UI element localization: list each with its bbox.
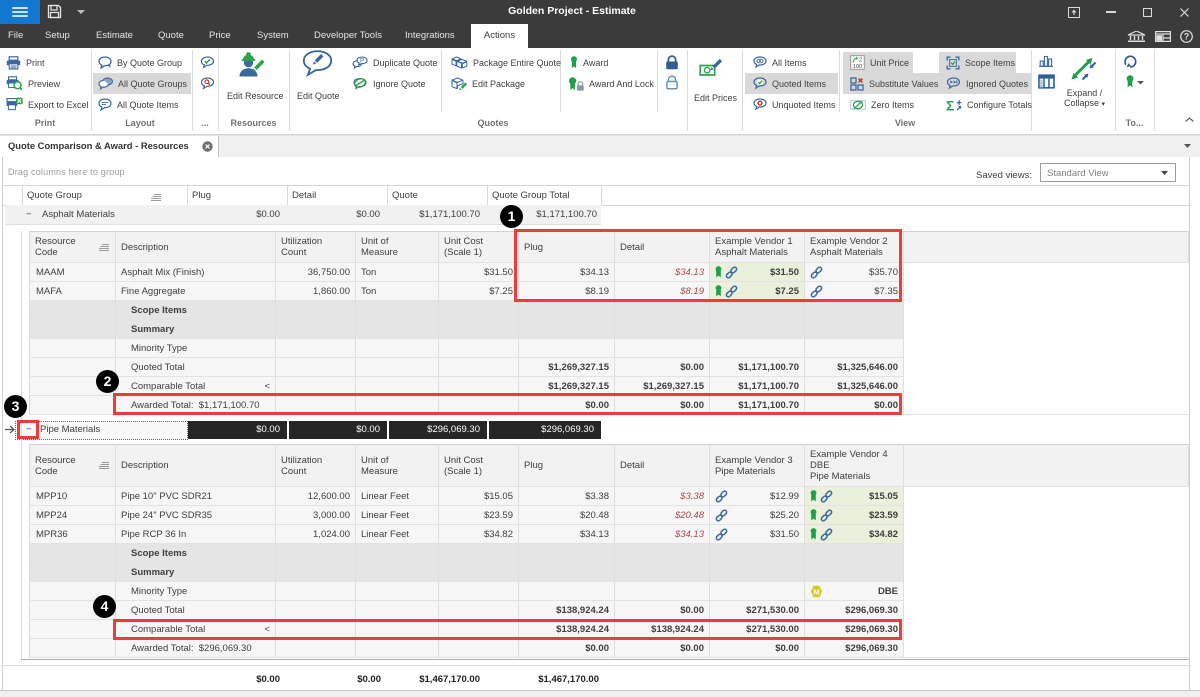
svg-text:P: P (360, 58, 364, 65)
svg-text:?: ? (1184, 32, 1190, 42)
svg-text:M: M (813, 587, 819, 596)
svg-text:100: 100 (853, 64, 862, 70)
svg-text:2: 2 (859, 57, 862, 63)
svg-text:Σ: Σ (946, 98, 954, 112)
